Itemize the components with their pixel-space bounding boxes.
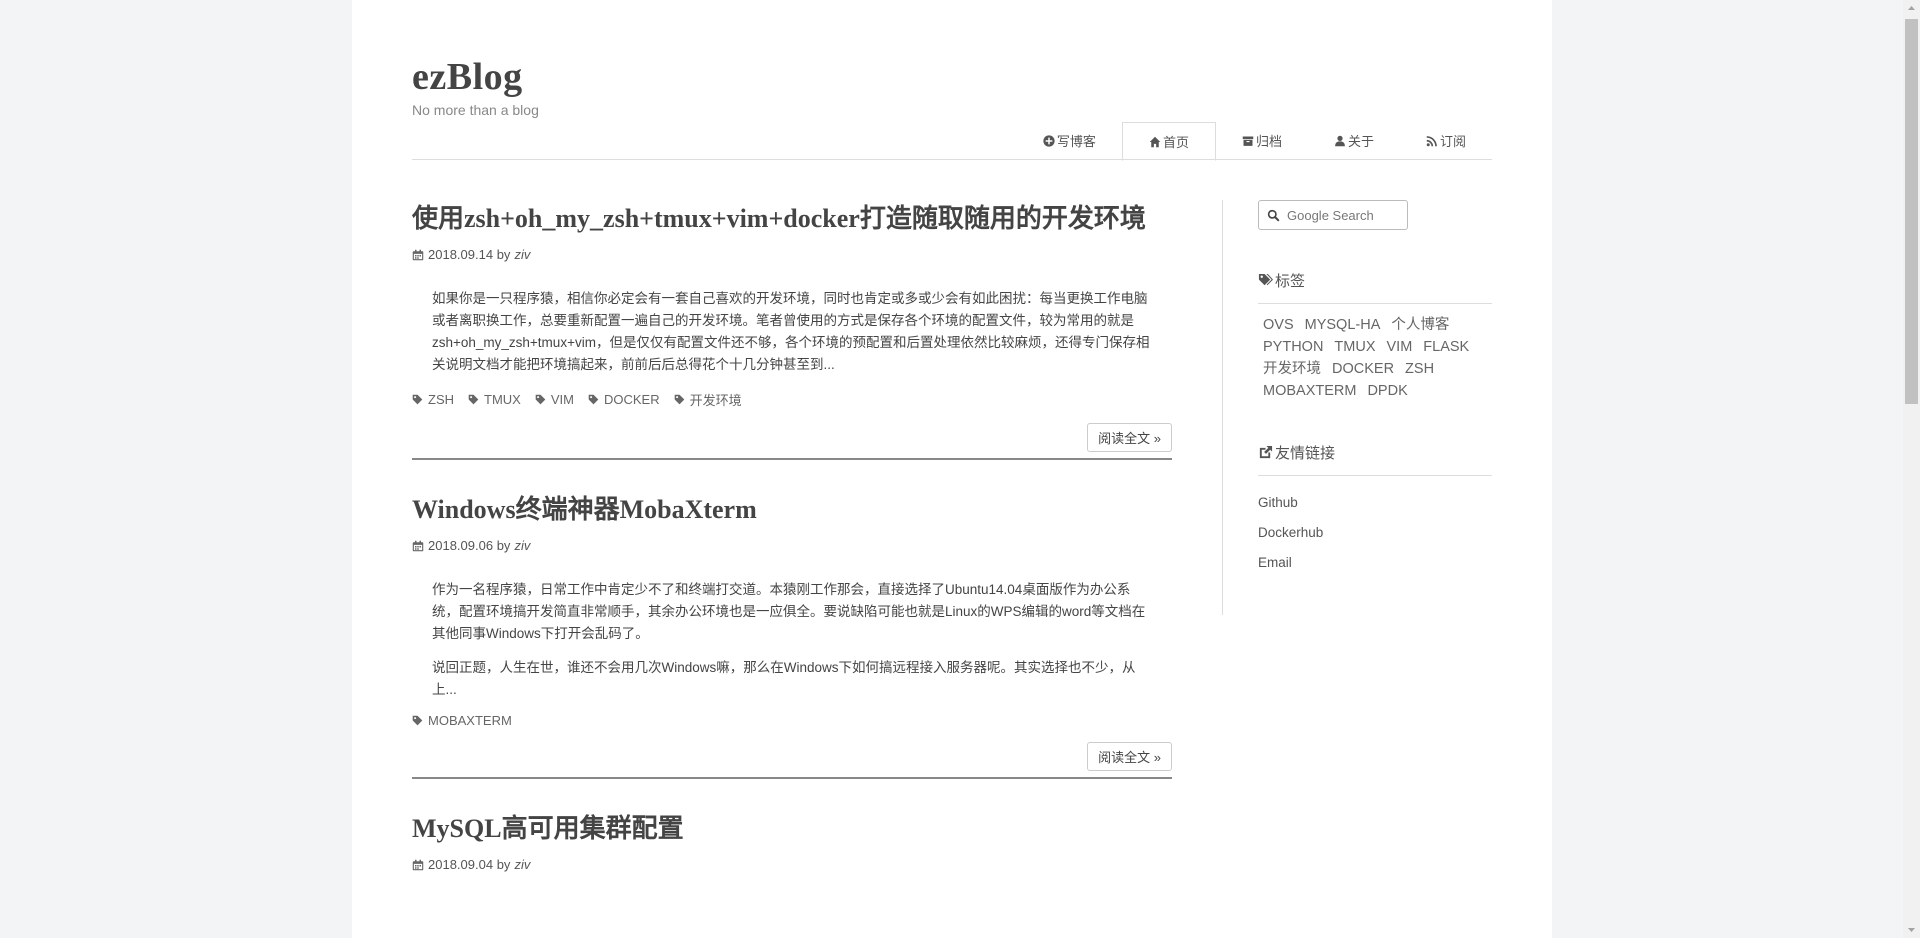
search-placeholder: Google Search	[1287, 207, 1374, 223]
friend-links: Github Dockerhub Email	[1258, 488, 1492, 578]
tag-link[interactable]: MYSQL-HA	[1305, 314, 1381, 336]
post-tag[interactable]: VIM	[535, 390, 574, 409]
post-by: by	[496, 247, 511, 262]
post-tag[interactable]: DOCKER	[588, 390, 660, 409]
excerpt-paragraph: 说回正题，人生在世，谁还不会用几次Windows嘛，那么在Windows下如何搞…	[432, 660, 1136, 697]
page-container: ezBlog No more than a blog 写博客 首页 归档 关于 …	[352, 0, 1552, 938]
tag-link[interactable]: PYTHON	[1263, 336, 1323, 358]
post-by: by	[496, 538, 511, 553]
tag-link[interactable]: VIM	[1387, 336, 1413, 358]
post-date: 2018.09.14	[428, 247, 494, 262]
excerpt-paragraph: 作为一名程序猿，日常工作中肯定少不了和终端打交道。本猿刚工作那会，直接选择了Ub…	[432, 582, 1146, 641]
vertical-scrollbar[interactable]	[1903, 0, 1920, 938]
nav-label: 首页	[1162, 135, 1189, 150]
nav-item-write[interactable]: 写博客	[1017, 122, 1122, 159]
post-author: ziv	[514, 857, 531, 872]
link-email[interactable]: Email	[1258, 548, 1492, 578]
scrollbar-thumb[interactable]	[1905, 19, 1918, 404]
read-more-button[interactable]: 阅读全文 »	[1087, 423, 1172, 452]
post-tags: ZSH TMUX VIM DOCKER 开发环境	[412, 390, 1172, 409]
nav-label: 订阅	[1439, 134, 1466, 149]
post-meta: 2018.09.14 by ziv	[412, 247, 1172, 262]
post-excerpt: 作为一名程序猿，日常工作中肯定少不了和终端打交道。本猿刚工作那会，直接选择了Ub…	[432, 579, 1150, 701]
plus-circle-icon	[1043, 134, 1055, 147]
scroll-up-arrow-icon[interactable]	[1903, 0, 1920, 17]
site-subtitle: No more than a blog	[412, 102, 539, 118]
nav-item-home[interactable]: 首页	[1121, 122, 1216, 161]
site-title[interactable]: ezBlog	[412, 55, 523, 99]
post-title[interactable]: Windows终端神器MobaXterm	[412, 486, 1172, 534]
tag-icon	[468, 394, 479, 405]
main-nav: 写博客 首页 归档 关于 订阅	[1017, 122, 1492, 161]
tag-icon	[674, 394, 684, 405]
nav-item-rss[interactable]: 订阅	[1400, 122, 1492, 159]
post-tag[interactable]: ZSH	[412, 390, 454, 409]
post-card: MySQL高可用集群配置 2018.09.04 by ziv	[412, 805, 1172, 872]
column-divider	[1222, 200, 1223, 615]
link-dockerhub[interactable]: Dockerhub	[1258, 518, 1492, 548]
nav-label: 归档	[1255, 134, 1282, 149]
rss-icon	[1426, 135, 1437, 146]
nav-item-archive[interactable]: 归档	[1216, 122, 1308, 159]
post-card: 使用zsh+oh_my_zsh+tmux+vim+docker打造随取随用的开发…	[412, 195, 1172, 460]
tag-link[interactable]: DPDK	[1367, 380, 1407, 402]
tag-cloud: OVS MYSQL-HA 个人博客 PYTHON TMUX VIM FLASK 开发环境 D…	[1258, 314, 1492, 402]
post-excerpt: 如果你是一只程序猿，相信你必定会有一套自己喜欢的开发环境，同时也肯定或多或少会有…	[432, 288, 1150, 376]
external-link-icon	[1259, 445, 1273, 459]
read-more-button[interactable]: 阅读全文 »	[1087, 742, 1172, 771]
post-meta: 2018.09.06 by ziv	[412, 538, 1172, 553]
post-author: ziv	[514, 538, 531, 553]
excerpt-paragraph: 如果你是一只程序猿，相信你必定会有一套自己喜欢的开发环境，同时也肯定或多或少会有…	[432, 291, 1150, 372]
post-list: 使用zsh+oh_my_zsh+tmux+vim+docker打造随取随用的开发…	[412, 195, 1172, 872]
tag-link[interactable]: TMUX	[1334, 336, 1375, 358]
tag-icon	[535, 394, 546, 405]
post-tag[interactable]: MOBAXTERM	[412, 713, 512, 728]
calendar-icon	[412, 540, 424, 551]
post-title[interactable]: 使用zsh+oh_my_zsh+tmux+vim+docker打造随取随用的开发…	[412, 195, 1172, 243]
post-meta: 2018.09.04 by ziv	[412, 857, 1172, 872]
archive-icon	[1242, 136, 1254, 146]
post-tag[interactable]: TMUX	[468, 390, 521, 409]
tag-link[interactable]: 开发环境	[1263, 358, 1321, 380]
calendar-icon	[412, 249, 424, 260]
post-by: by	[496, 857, 511, 872]
tag-icon	[588, 394, 599, 405]
readmore-row: 阅读全文 »	[412, 742, 1172, 777]
tag-icon	[412, 394, 423, 405]
tag-link[interactable]: 个人博客	[1391, 314, 1449, 336]
search-input[interactable]: Google Search	[1258, 200, 1408, 230]
links-widget-title: 友情链接	[1258, 442, 1492, 476]
readmore-row: 阅读全文 »	[412, 423, 1172, 458]
tag-icon	[412, 715, 423, 726]
scroll-down-arrow-icon[interactable]	[1903, 921, 1920, 938]
post-author: ziv	[514, 247, 531, 262]
user-icon	[1335, 135, 1345, 146]
post-tags: MOBAXTERM	[412, 713, 1172, 728]
post-card: Windows终端神器MobaXterm 2018.09.06 by ziv 作…	[412, 486, 1172, 779]
nav-label: 关于	[1347, 134, 1374, 149]
tag-link[interactable]: ZSH	[1405, 358, 1434, 380]
tag-link[interactable]: FLASK	[1423, 336, 1469, 358]
tag-link[interactable]: MOBAXTERM	[1263, 380, 1356, 402]
nav-divider	[412, 159, 1492, 160]
content-wrapper: ezBlog No more than a blog 写博客 首页 归档 关于 …	[412, 0, 1492, 938]
nav-label: 写博客	[1056, 134, 1096, 149]
home-icon	[1149, 136, 1161, 147]
post-date: 2018.09.06	[428, 538, 494, 553]
tags-widget-title: 标签	[1258, 270, 1492, 304]
tag-link[interactable]: OVS	[1263, 314, 1294, 336]
post-title[interactable]: MySQL高可用集群配置	[412, 805, 1172, 853]
tags-icon	[1258, 273, 1273, 286]
search-icon	[1267, 209, 1280, 221]
sidebar: Google Search 标签 OVS MYSQL-HA 个人博客 PYTHON T…	[1258, 200, 1492, 578]
link-github[interactable]: Github	[1258, 488, 1492, 518]
post-date: 2018.09.04	[428, 857, 494, 872]
nav-item-about[interactable]: 关于	[1308, 122, 1400, 159]
tag-link[interactable]: DOCKER	[1332, 358, 1394, 380]
post-tag[interactable]: 开发环境	[674, 390, 742, 409]
calendar-icon	[412, 859, 424, 870]
